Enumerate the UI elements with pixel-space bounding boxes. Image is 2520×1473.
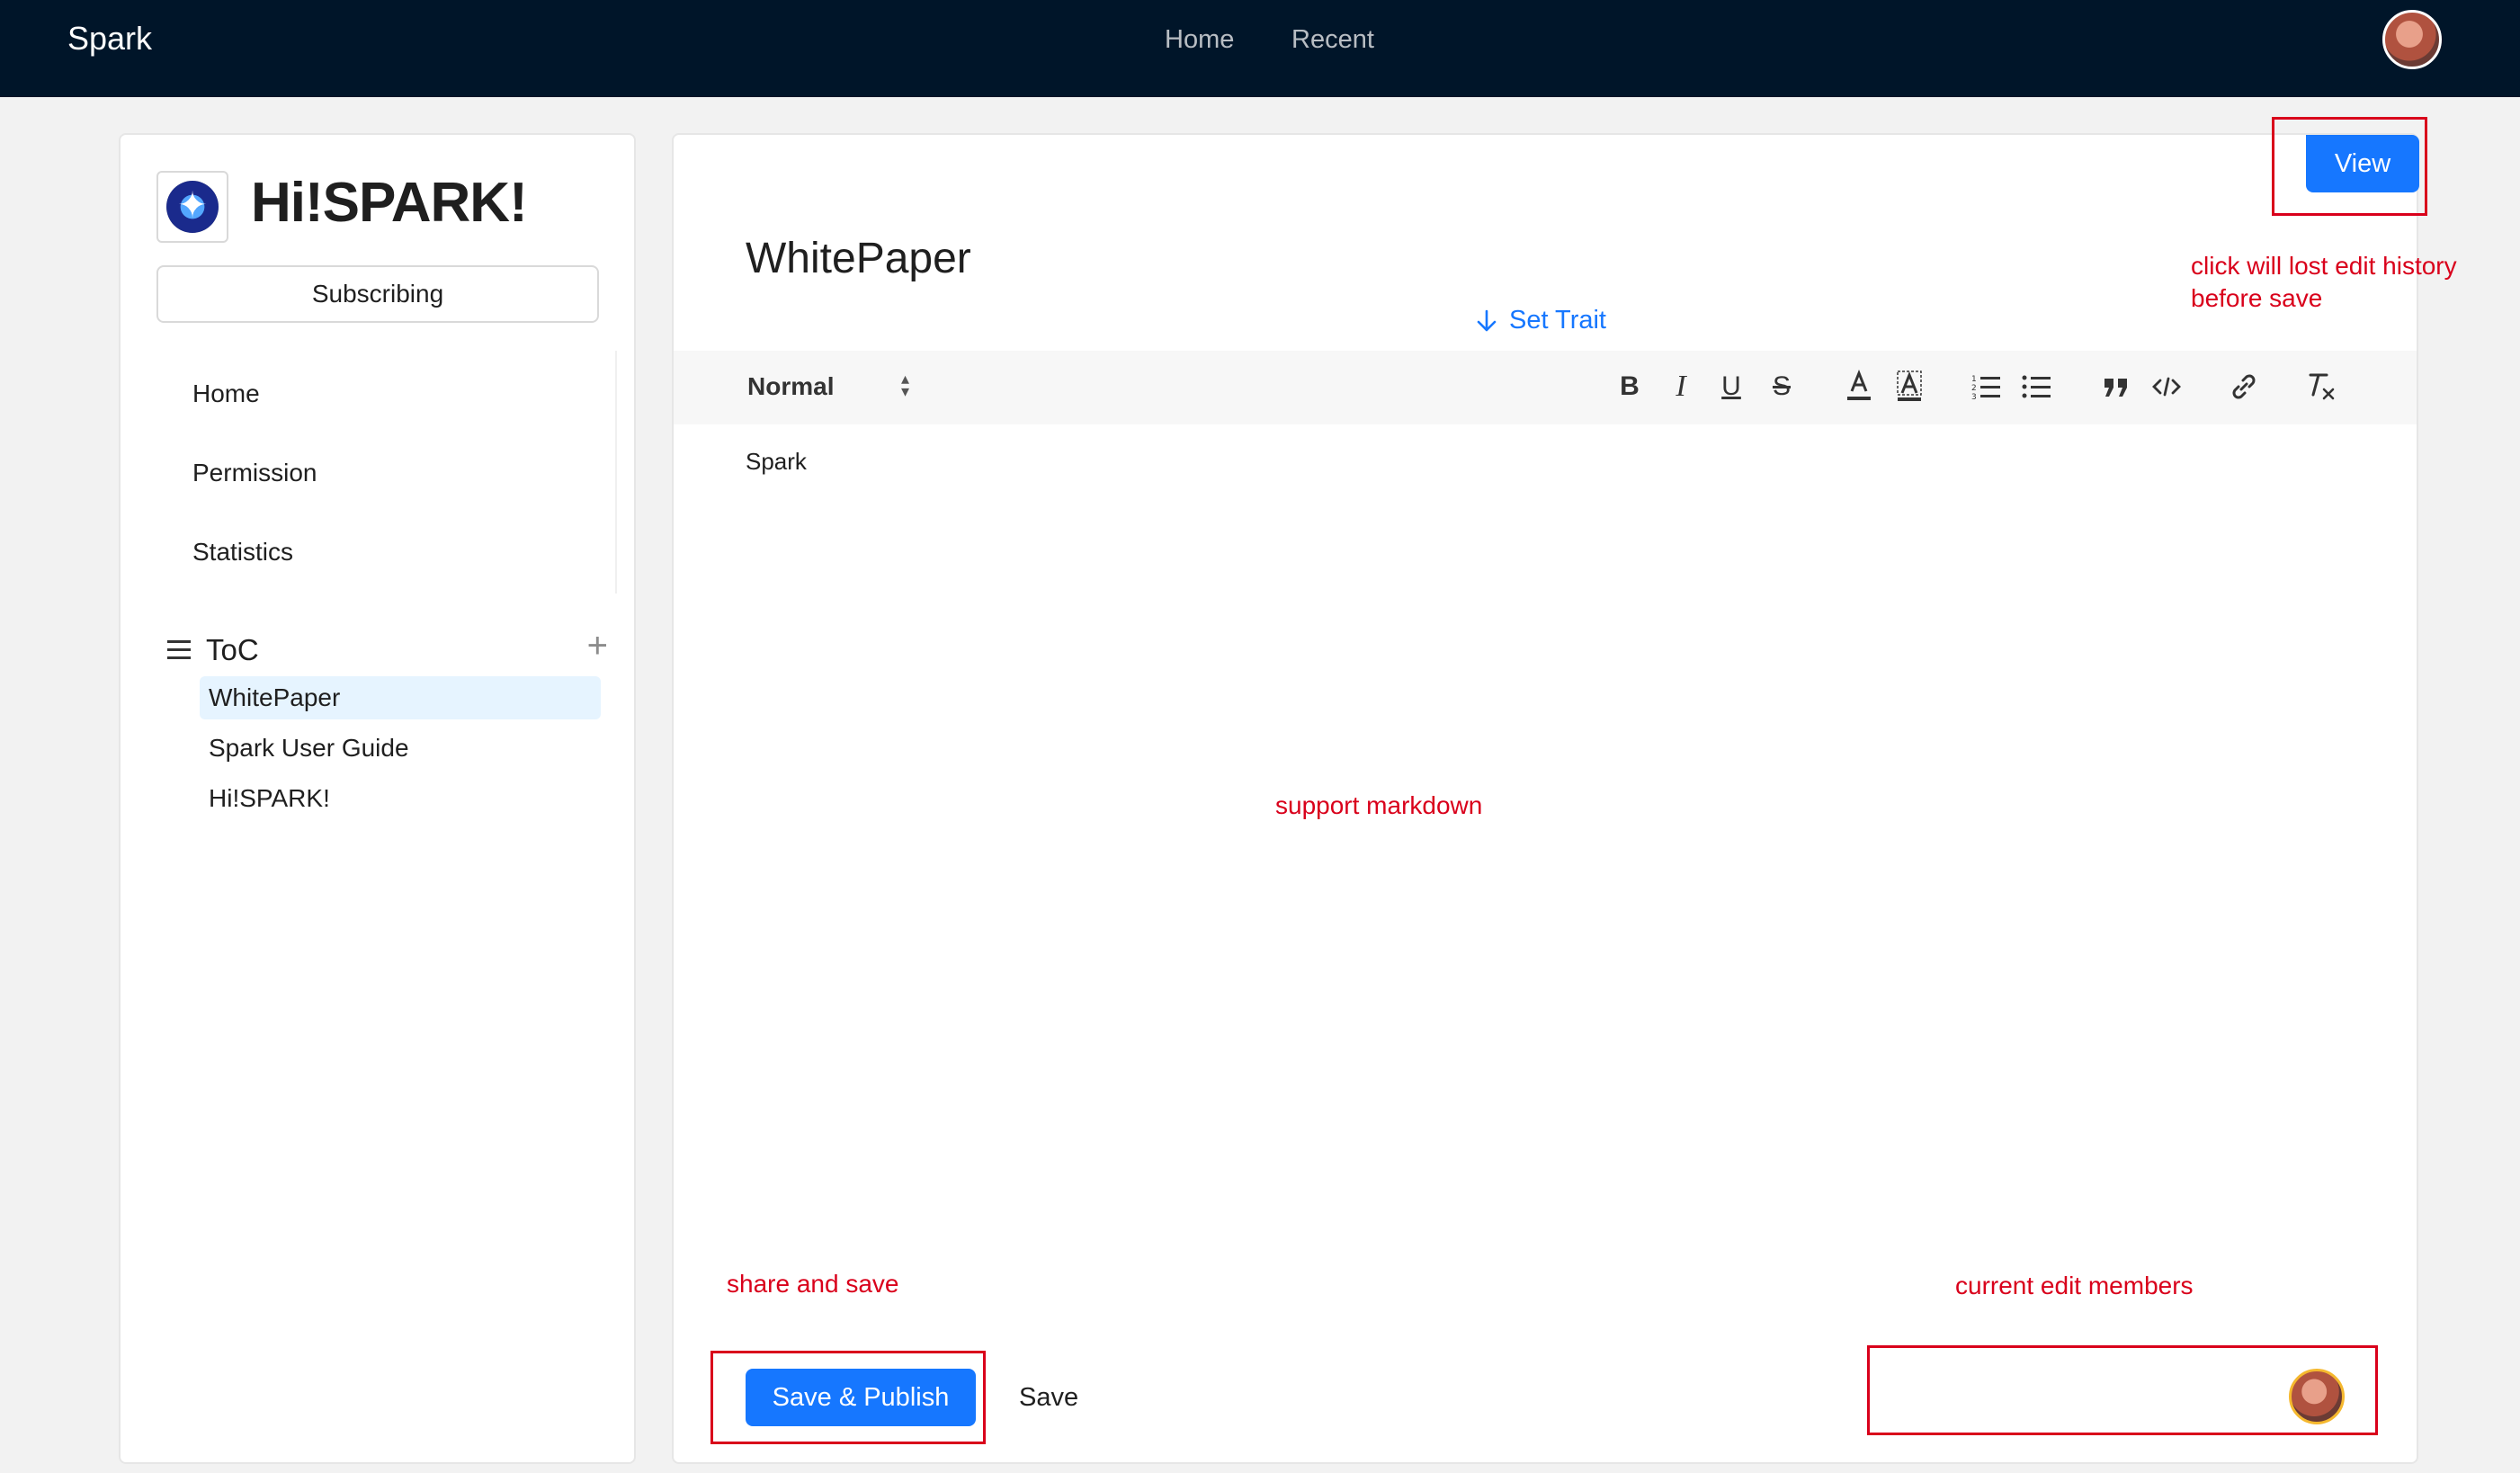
text-color-icon: [1847, 370, 1871, 400]
clear-format-button[interactable]: [2303, 367, 2339, 406]
blockquote-button[interactable]: [2098, 367, 2134, 406]
editor-panel: View WhitePaper Set Trait Normal ▴ ▾ B I …: [672, 133, 2419, 1464]
annotation-box-view: [2272, 117, 2427, 216]
save-button[interactable]: Save: [1019, 1383, 1078, 1413]
svg-text:1: 1: [1971, 375, 1977, 384]
code-icon: [2152, 377, 2181, 397]
link-icon: [2232, 374, 2256, 399]
underline-icon: U: [1721, 371, 1741, 401]
subscribe-button[interactable]: Subscribing: [156, 265, 599, 323]
set-trait-label: Set Trait: [1509, 306, 1606, 335]
sidebar-item-home[interactable]: Home: [192, 379, 260, 408]
highlight-icon: [1897, 370, 1922, 401]
clear-format-icon: [2309, 373, 2335, 400]
annotation-members-note: current edit members: [1955, 1272, 2194, 1299]
brand-logo-text[interactable]: Spark: [67, 20, 152, 58]
italic-icon: I: [1676, 370, 1686, 403]
annotation-box-save-publish: [710, 1351, 986, 1444]
text-color-button[interactable]: [1841, 367, 1877, 406]
editor-toolbar: Normal ▴ ▾ B I U S 1 2 3: [674, 351, 2417, 424]
arrow-down-icon: [1477, 309, 1497, 331]
plus-icon[interactable]: +: [587, 626, 608, 666]
italic-button[interactable]: I: [1663, 367, 1699, 406]
annotation-markdown-note: support markdown: [1275, 791, 1483, 819]
code-block-button[interactable]: [2149, 367, 2185, 406]
site-logo: [156, 171, 228, 243]
bullet-list-button[interactable]: [2019, 367, 2055, 406]
sidebar-item-statistics[interactable]: Statistics: [192, 538, 293, 567]
sidebar-menu: Home Permission Statistics: [121, 351, 617, 594]
menu-icon: [167, 640, 191, 660]
top-nav: Spark Home Recent: [0, 0, 2520, 97]
strikethrough-button[interactable]: S: [1764, 367, 1800, 406]
link-button[interactable]: [2226, 367, 2262, 406]
background-color-button[interactable]: [1891, 367, 1927, 406]
nav-recent-link[interactable]: Recent: [1291, 25, 1374, 55]
annotation-view-note-line1: click will lost edit history: [2191, 252, 2457, 280]
site-title: Hi!SPARK!: [251, 172, 528, 234]
annotation-share-note: share and save: [727, 1270, 899, 1298]
strikethrough-icon: S: [1772, 371, 1791, 401]
sidebar-item-permission[interactable]: Permission: [192, 459, 317, 487]
nav-home-link[interactable]: Home: [1165, 25, 1234, 55]
toc-item-user-guide[interactable]: Spark User Guide: [200, 727, 601, 770]
document-title[interactable]: WhitePaper: [746, 234, 971, 283]
set-trait-button[interactable]: Set Trait: [1477, 306, 1606, 335]
toc-header: ToC +: [167, 626, 608, 671]
sidebar: Hi!SPARK! Subscribing Home Permission St…: [119, 133, 636, 1464]
compass-icon: [166, 181, 219, 233]
underline-button[interactable]: U: [1713, 367, 1749, 406]
quote-icon: [2104, 379, 2127, 397]
user-avatar[interactable]: [2382, 10, 2442, 69]
svg-text:2: 2: [1971, 384, 1977, 393]
bold-icon: B: [1620, 371, 1640, 401]
editor-content[interactable]: Spark: [746, 448, 807, 476]
bold-button[interactable]: B: [1612, 367, 1648, 406]
toc-label: ToC: [206, 633, 259, 666]
format-select-value: Normal: [747, 372, 835, 400]
ordered-list-button[interactable]: 1 2 3: [1969, 367, 2005, 406]
annotation-view-note: click will lost edit history before save: [2191, 250, 2457, 315]
ordered-list-icon: 1 2 3: [1971, 375, 2000, 400]
select-caret-icon: ▴ ▾: [900, 370, 909, 400]
format-select[interactable]: Normal ▴ ▾: [747, 367, 909, 406]
annotation-box-members: [1867, 1345, 2378, 1435]
toc-item-whitepaper[interactable]: WhitePaper: [200, 676, 601, 719]
toc-item-hispark[interactable]: Hi!SPARK!: [200, 777, 601, 820]
annotation-view-note-line2: before save: [2191, 284, 2323, 312]
svg-text:3: 3: [1971, 393, 1977, 400]
bullet-list-icon: [2022, 375, 2051, 398]
